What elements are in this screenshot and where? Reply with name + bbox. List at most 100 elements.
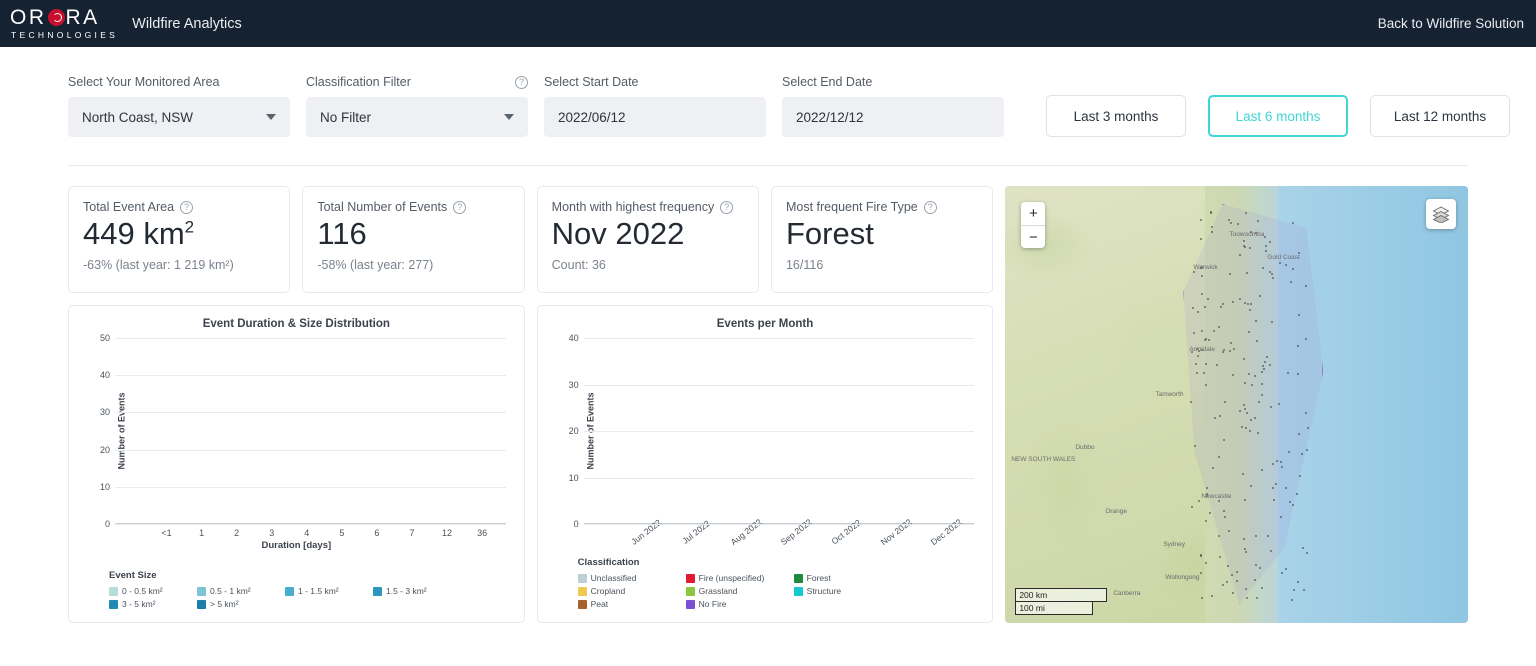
- map-marker-dot: [1246, 303, 1249, 306]
- kpi-label: Total Number of Events ?: [317, 200, 509, 214]
- y-axis-tick: 0: [573, 519, 579, 529]
- legend-label: Grassland: [698, 586, 738, 596]
- legend-item[interactable]: Fire (unspecified): [685, 573, 782, 583]
- map-marker-dot: [1291, 598, 1294, 601]
- x-axis-tick: 4: [304, 528, 310, 538]
- bar-slot: [310, 338, 349, 523]
- legend-item[interactable]: 0 - 0.5 km²: [109, 586, 185, 596]
- map-marker-dot: [1226, 564, 1229, 567]
- monitored-area-select[interactable]: North Coast, NSW: [68, 97, 290, 137]
- map-marker-dot: [1281, 465, 1284, 468]
- zoom-out-button[interactable]: −: [1021, 225, 1046, 248]
- x-axis-tick: <1: [161, 528, 172, 538]
- legend-label: 1.5 - 3 km²: [386, 586, 427, 596]
- bar-slot: [467, 338, 506, 523]
- map-marker-dot: [1288, 450, 1291, 453]
- map-marker-dot: [1262, 365, 1265, 368]
- help-icon[interactable]: ?: [720, 200, 734, 214]
- orora-logo[interactable]: OR RA TECHNOLOGIES: [10, 7, 118, 40]
- map-marker-dot: [1216, 364, 1219, 367]
- range-button-last-6-months[interactable]: Last 6 months: [1208, 95, 1348, 137]
- x-axis-label: Duration [days]: [261, 540, 332, 551]
- logo-subtitle: TECHNOLOGIES: [11, 30, 119, 41]
- map-marker-dot: [1253, 416, 1256, 419]
- map-marker-dot: [1201, 597, 1204, 600]
- map-marker-dot: [1303, 589, 1306, 592]
- range-button-last-3-months[interactable]: Last 3 months: [1046, 95, 1186, 137]
- map-marker-dot: [1205, 520, 1208, 523]
- kpi-value: 116: [317, 216, 367, 251]
- kpi-card-total-number-of-events: Total Number of Events ? 116 -58% (last …: [302, 186, 525, 293]
- map-marker-dot: [1260, 393, 1263, 396]
- map-marker-dot: [1220, 306, 1223, 309]
- x-axis-tick: 3: [269, 528, 275, 538]
- kpi-card-most-frequent-fire-type: Most frequent Fire Type ? Forest 16/116: [770, 186, 994, 293]
- kpi-label: Total Event Area ?: [83, 200, 275, 214]
- map-marker-dot: [1250, 384, 1253, 387]
- chart-card-event-duration-size-distribution: Event Duration & Size Distribution Numbe…: [68, 305, 525, 623]
- map-marker-dot: [1243, 408, 1246, 411]
- chart-row: Event Duration & Size Distribution Numbe…: [68, 305, 994, 623]
- help-icon[interactable]: ?: [180, 200, 194, 214]
- legend-item[interactable]: > 5 km²: [197, 599, 273, 609]
- legend-item[interactable]: No Fire: [685, 599, 782, 609]
- chart-legend: Classification Unclassified Fire (unspeci…: [577, 557, 993, 612]
- map-marker-dot: [1224, 515, 1227, 518]
- legend-swatch: [793, 573, 803, 583]
- map-marker-dot: [1270, 320, 1273, 323]
- map-marker-dot: [1255, 597, 1258, 600]
- legend-item[interactable]: Cropland: [577, 586, 674, 596]
- map-marker-dot: [1242, 537, 1245, 540]
- back-to-wildfire-solution-link[interactable]: Back to Wildfire Solution: [1378, 16, 1524, 31]
- map-marker-dot: [1249, 429, 1252, 432]
- chart-plot-area: Number of Events Jun 2022 Jul 2022 Aug 202…: [550, 333, 981, 547]
- map-marker-dot: [1269, 550, 1272, 553]
- kpi-value: Nov 2022: [551, 216, 685, 251]
- legend-item[interactable]: 3 - 5 km²: [109, 599, 185, 609]
- legend-label: > 5 km²: [210, 599, 239, 609]
- classification-filter-select[interactable]: No Filter: [306, 97, 528, 137]
- legend-item[interactable]: Grassland: [685, 586, 782, 596]
- bar-slot: [154, 338, 193, 523]
- y-axis-tick: 0: [104, 519, 110, 529]
- legend-item[interactable]: 1.5 - 3 km²: [373, 586, 449, 596]
- map-scale-bar: 200 km 100 mi: [1015, 588, 1108, 615]
- app-title: Wildfire Analytics: [132, 15, 242, 32]
- map-place-label: Orange: [1105, 508, 1128, 515]
- legend-item[interactable]: Forest: [793, 573, 890, 583]
- legend-swatch: [685, 586, 695, 596]
- legend-item[interactable]: 1 - 1.5 km²: [285, 586, 361, 596]
- map-place-label: Sydney: [1163, 541, 1186, 548]
- help-icon[interactable]: ?: [923, 200, 937, 214]
- x-axis-tick: 2: [234, 528, 240, 538]
- map-marker-dot: [1245, 426, 1248, 429]
- map-marker-dot: [1210, 225, 1213, 228]
- map-marker-dot: [1242, 404, 1245, 407]
- map-marker-dot: [1200, 330, 1203, 333]
- start-date-input[interactable]: 2022/06/12: [544, 97, 766, 137]
- help-icon[interactable]: ?: [515, 75, 528, 89]
- map-marker-dot: [1204, 561, 1207, 564]
- bar-slot: [388, 338, 427, 523]
- legend-label: Forest: [806, 573, 831, 583]
- map-marker-dot: [1238, 409, 1241, 412]
- logo-text-left: OR: [10, 6, 47, 30]
- legend-item[interactable]: 0.5 - 1 km²: [197, 586, 273, 596]
- legend-item[interactable]: Peat: [577, 599, 674, 609]
- map-marker-dot: [1297, 432, 1300, 435]
- map-marker-dot: [1196, 354, 1199, 357]
- map-layers-button[interactable]: [1426, 199, 1456, 229]
- map-marker-dot: [1196, 371, 1199, 374]
- bar-slot: [349, 338, 388, 523]
- range-button-last-12-months[interactable]: Last 12 months: [1370, 95, 1510, 137]
- legend-item[interactable]: Structure: [793, 586, 890, 596]
- end-date-input[interactable]: 2022/12/12: [782, 97, 1004, 137]
- map-marker-dot: [1204, 306, 1207, 309]
- zoom-in-button[interactable]: +: [1021, 202, 1045, 225]
- help-icon[interactable]: ?: [453, 200, 467, 214]
- map-panel[interactable]: Toowoomba Gold Coast Warwick Armidale Tamwor…: [1005, 186, 1468, 623]
- legend-item[interactable]: Unclassified: [577, 573, 674, 583]
- map-marker-dot: [1255, 564, 1258, 567]
- map-marker-dot: [1250, 302, 1253, 305]
- bar-slot: [271, 338, 310, 523]
